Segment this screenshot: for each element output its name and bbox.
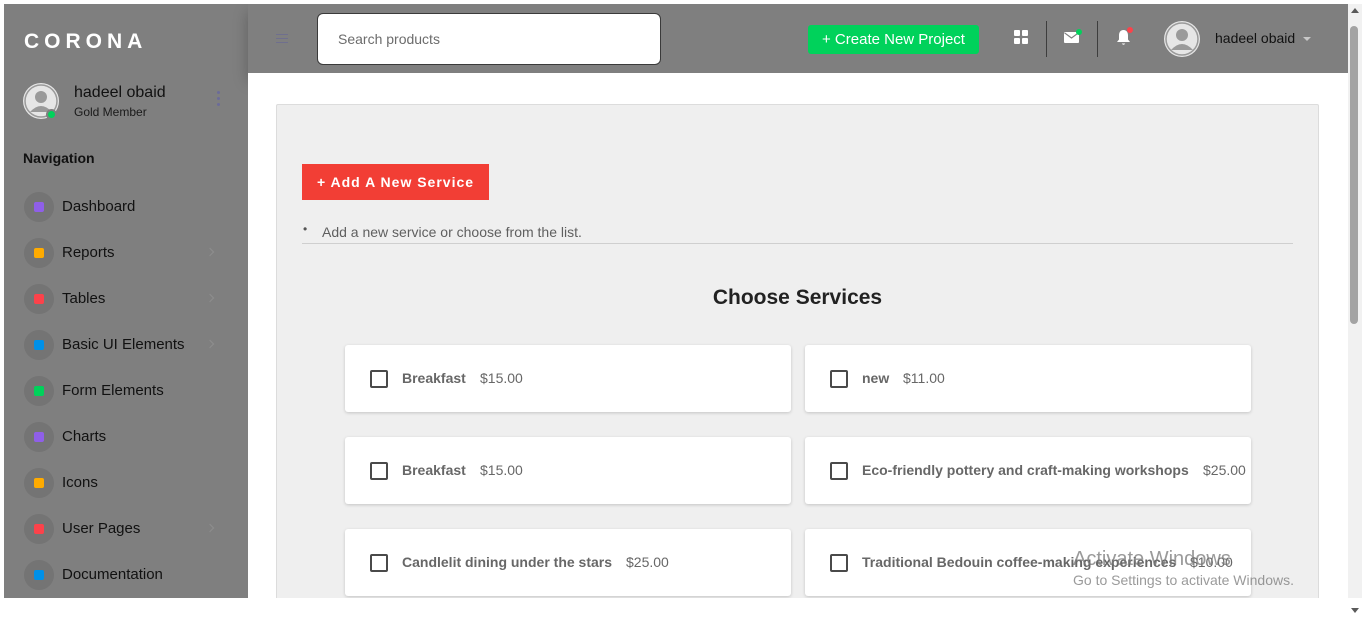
chevron-down-icon — [205, 523, 215, 533]
service-checkbox[interactable] — [830, 370, 848, 388]
chart-icon — [24, 422, 54, 452]
sidebar-item-label: Reports — [62, 244, 115, 261]
service-name: Breakfast — [402, 462, 466, 478]
sidebar-item-label: Basic UI Elements — [62, 336, 185, 353]
hint-list-item: • Add a new service or choose from the l… — [302, 222, 1293, 244]
sidebar-item-dashboard[interactable]: Dashboard — [4, 188, 248, 228]
service-name: Candlelit dining under the stars — [402, 554, 613, 570]
mail-notification-dot — [1076, 29, 1082, 35]
brand-logo[interactable]: CORONA — [24, 30, 147, 54]
sidebar-item-form-elements[interactable]: Form Elements — [4, 372, 248, 412]
scrollbar[interactable] — [1348, 4, 1362, 613]
grid-icon[interactable] — [1014, 30, 1028, 44]
chevron-down-icon[interactable] — [1303, 37, 1311, 41]
sidebar-item-reports[interactable]: Reports — [4, 234, 248, 274]
bell-notification-dot — [1127, 27, 1133, 33]
sidebar-item-charts[interactable]: Charts — [4, 418, 248, 458]
sidebar-item-icons[interactable]: Icons — [4, 464, 248, 504]
sidebar-item-label: User Pages — [62, 520, 141, 537]
chevron-down-icon — [205, 247, 215, 257]
activate-windows-watermark: Activate Windows Go to Settings to activ… — [1073, 549, 1294, 591]
service-checkbox[interactable] — [370, 462, 388, 480]
sidebar-user-role: Gold Member — [74, 105, 147, 119]
security-icon — [24, 514, 54, 544]
menu-toggle-icon[interactable] — [276, 34, 288, 44]
chevron-down-icon — [205, 339, 215, 349]
contacts-icon — [24, 468, 54, 498]
service-checkbox[interactable] — [830, 554, 848, 572]
nav-heading: Navigation — [23, 150, 95, 166]
service-card[interactable]: Eco-friendly pottery and craft-making wo… — [805, 437, 1251, 504]
playlist-icon — [24, 376, 54, 406]
sidebar: CORONA hadeel obaid Gold Member Navigati… — [4, 4, 248, 598]
service-name: new — [862, 370, 890, 386]
service-price: $11.00 — [903, 370, 945, 386]
sidebar-item-documentation[interactable]: Documentation — [4, 556, 248, 596]
hint-text: Add a new service or choose from the lis… — [322, 224, 582, 240]
speedometer-icon — [24, 192, 54, 222]
scrollbar-thumb[interactable] — [1350, 26, 1358, 324]
service-checkbox[interactable] — [370, 554, 388, 572]
service-card[interactable]: Breakfast $15.00 — [345, 345, 791, 412]
service-name: Breakfast — [402, 370, 466, 386]
table-icon — [24, 284, 54, 314]
online-status-dot — [46, 109, 57, 120]
main-content: + Add A New Service • Add a new service … — [248, 73, 1348, 598]
scroll-up-arrow-icon[interactable] — [1351, 8, 1359, 13]
sidebar-item-label: Icons — [62, 474, 98, 491]
sidebar-item-label: Documentation — [62, 566, 163, 583]
sidebar-item-label: Form Elements — [62, 382, 164, 399]
sidebar-item-label: Tables — [62, 290, 106, 307]
service-checkbox[interactable] — [830, 462, 848, 480]
search-input[interactable] — [317, 13, 661, 65]
service-price: $15.00 — [480, 462, 523, 478]
divider — [1046, 21, 1047, 57]
sidebar-item-tables[interactable]: Tables — [4, 280, 248, 320]
avatar[interactable] — [1164, 21, 1200, 57]
service-checkbox[interactable] — [370, 370, 388, 388]
watermark-subtitle: Go to Settings to activate Windows. — [1073, 572, 1294, 588]
laptop-icon — [24, 330, 54, 360]
sidebar-item-label: Charts — [62, 428, 107, 445]
more-vertical-icon[interactable] — [216, 91, 222, 109]
service-price: $15.00 — [480, 370, 523, 386]
scroll-down-arrow-icon[interactable] — [1351, 608, 1359, 613]
add-service-button[interactable]: + Add A New Service — [302, 164, 489, 200]
sidebar-item-user-pages[interactable]: User Pages — [4, 510, 248, 550]
section-title: Choose Services — [712, 286, 883, 309]
watermark-title: Activate Windows — [1073, 548, 1231, 570]
bullet-icon: • — [303, 222, 308, 236]
file-document-icon — [24, 560, 54, 590]
sidebar-username: hadeel obaid — [74, 84, 166, 101]
top-navbar: + Create New Project hadeel obaid — [248, 4, 1348, 73]
divider — [1097, 21, 1098, 57]
create-project-button[interactable]: + Create New Project — [808, 25, 979, 54]
service-card[interactable]: Candlelit dining under the stars $25.00 — [345, 529, 791, 596]
service-card[interactable]: Breakfast $15.00 — [345, 437, 791, 504]
service-card[interactable]: new $11.00 — [805, 345, 1251, 412]
app-window: CORONA hadeel obaid Gold Member Navigati… — [4, 4, 1348, 598]
sidebar-item-basic-ui-elements[interactable]: Basic UI Elements — [4, 326, 248, 366]
service-name: Eco-friendly pottery and craft-making wo… — [862, 462, 1189, 478]
profile-username[interactable]: hadeel obaid — [1215, 30, 1295, 46]
sidebar-item-label: Dashboard — [62, 198, 136, 215]
chevron-down-icon — [205, 293, 215, 303]
service-price: $25.00 — [1203, 462, 1246, 478]
service-price: $25.00 — [626, 554, 669, 570]
services-card: + Add A New Service • Add a new service … — [276, 104, 1319, 598]
bar-chart-icon — [24, 238, 54, 268]
sidebar-profile: hadeel obaid Gold Member — [4, 73, 248, 135]
